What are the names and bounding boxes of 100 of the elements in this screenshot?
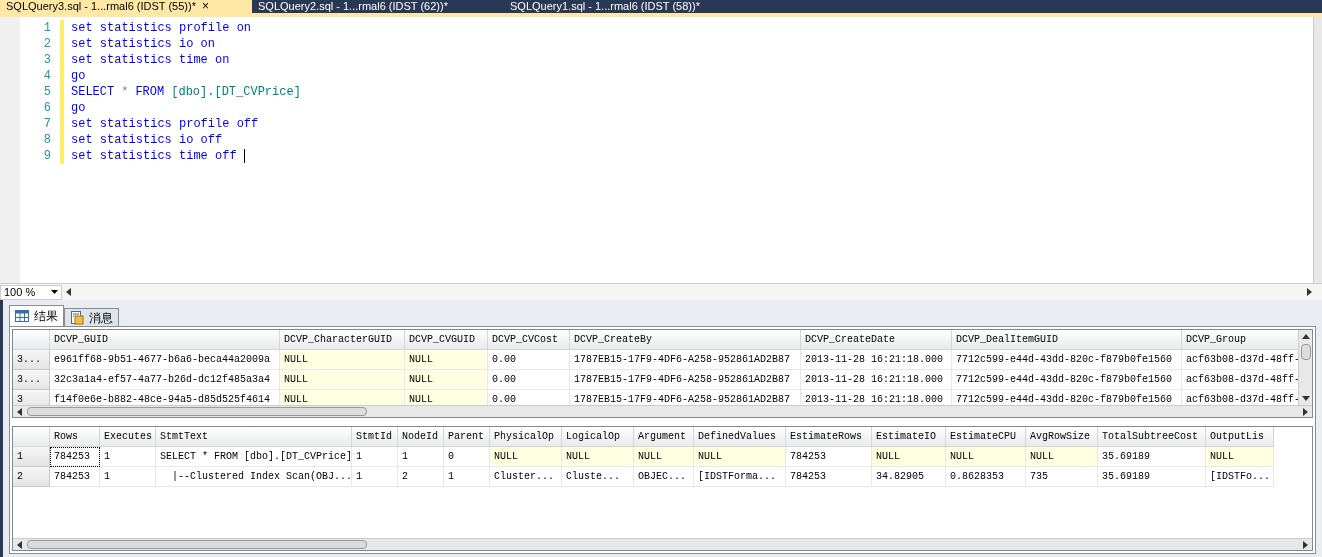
column-header[interactable]: DCVP_CVCost bbox=[488, 330, 570, 350]
column-header[interactable]: TotalSubtreeCost bbox=[1098, 427, 1206, 448]
scroll-left-icon[interactable] bbox=[65, 288, 73, 296]
line-number: 2 bbox=[42, 36, 52, 52]
table-cell: 1 bbox=[100, 467, 156, 488]
table-cell: 7712c599-e44d-43dd-820c-f879b0fe1560 bbox=[952, 370, 1182, 390]
document-tab[interactable]: SQLQuery1.sql - 1...rmal6 (IDST (58))* bbox=[504, 0, 756, 13]
row-header[interactable]: 3... bbox=[13, 370, 50, 390]
table-cell: 32c3a1a4-ef57-4a77-b26d-dc12f485a3a4 bbox=[50, 370, 280, 390]
column-header[interactable]: EstimateCPU bbox=[946, 427, 1026, 448]
column-header[interactable]: StmtText bbox=[156, 427, 352, 448]
code-text: set statistics time on bbox=[71, 52, 230, 68]
tab-title: SQLQuery1.sql - 1...rmal6 (IDST (58))* bbox=[510, 0, 700, 13]
zoom-dropdown[interactable]: 100 % bbox=[0, 284, 62, 300]
vertical-scrollbar[interactable] bbox=[1298, 330, 1312, 406]
table-cell: NULL bbox=[280, 390, 405, 406]
table-cell: NULL bbox=[946, 447, 1026, 468]
table-cell: SELECT * FROM [dbo].[DT_CVPrice] bbox=[156, 447, 352, 468]
column-header[interactable]: DCVP_CharacterGUID bbox=[280, 330, 405, 350]
code-text: SELECT bbox=[71, 84, 115, 100]
scroll-right-icon[interactable] bbox=[1305, 288, 1313, 296]
column-header[interactable]: Executes bbox=[100, 427, 156, 448]
table-cell: Cluster... bbox=[490, 467, 562, 488]
table-cell: NULL bbox=[694, 447, 786, 468]
table-cell: 35.69189 bbox=[1098, 467, 1206, 488]
row-header[interactable]: 1 bbox=[13, 447, 50, 468]
grid-corner bbox=[13, 427, 50, 448]
column-header[interactable]: Argument bbox=[634, 427, 694, 448]
code-editor[interactable]: 1 set statistics profile on 2 set statistics io on 3 set statistics time on 4 go 5 SELECT * FROM [dbo].[DT_CVPrice] 6 go 7 set statistics profile off 8 set statistics io off 9 set statistics time off bbox=[0, 13, 1322, 283]
table-cell: NULL bbox=[490, 447, 562, 468]
scroll-left-icon[interactable] bbox=[16, 407, 24, 416]
scroll-up-icon[interactable] bbox=[1301, 333, 1310, 341]
table-cell: 1787EB15-17F9-4DF6-A258-952861AD2B87 bbox=[570, 350, 801, 370]
table-cell: 1 bbox=[100, 447, 156, 468]
document-tab[interactable]: SQLQuery2.sql - 1...rmal6 (IDST (62))* bbox=[252, 0, 504, 13]
scroll-down-icon[interactable] bbox=[1301, 394, 1310, 403]
code-text: set statistics profile off bbox=[71, 116, 259, 132]
column-header[interactable]: EstimateIO bbox=[872, 427, 946, 448]
result-tab[interactable]: 结果 bbox=[9, 305, 64, 326]
column-header[interactable]: DCVP_GUID bbox=[50, 330, 280, 350]
table-cell: NULL bbox=[1206, 447, 1274, 468]
row-header[interactable]: 3... bbox=[13, 350, 50, 370]
scroll-left-icon[interactable] bbox=[16, 540, 24, 549]
code-text: set statistics time off bbox=[71, 148, 237, 164]
column-header[interactable]: DefinedValues bbox=[694, 427, 786, 448]
table-cell: Cluste... bbox=[562, 467, 634, 488]
table-cell: 784253 bbox=[50, 467, 100, 488]
close-icon[interactable]: × bbox=[201, 0, 209, 13]
table-cell: 1 bbox=[352, 447, 398, 468]
code-text: * bbox=[121, 84, 129, 100]
vertical-scrollbar[interactable] bbox=[1313, 17, 1322, 283]
grid-corner bbox=[13, 330, 50, 350]
column-header[interactable]: OutputLis bbox=[1206, 427, 1274, 448]
table-cell: 2 bbox=[398, 467, 444, 488]
grid-icon bbox=[15, 310, 29, 322]
horizontal-scrollbar[interactable] bbox=[13, 405, 1312, 418]
column-header[interactable]: StmtId bbox=[352, 427, 398, 448]
table-cell: 784253 bbox=[50, 447, 100, 468]
table-cell: NULL bbox=[405, 390, 488, 406]
scrollbar-thumb[interactable] bbox=[27, 540, 367, 549]
line-number: 6 bbox=[42, 100, 52, 116]
column-header[interactable]: AvgRowSize bbox=[1026, 427, 1098, 448]
row-header[interactable]: 2 bbox=[13, 467, 50, 488]
table-cell: 1 bbox=[398, 447, 444, 468]
scrollbar-thumb[interactable] bbox=[1300, 344, 1311, 360]
table-cell: 0 bbox=[444, 447, 490, 468]
table-cell: 0.00 bbox=[488, 370, 570, 390]
table-cell: NULL bbox=[280, 350, 405, 370]
table-cell: |--Clustered Index Scan(OBJ... bbox=[156, 467, 352, 488]
row-header[interactable]: 3 bbox=[13, 390, 50, 406]
result-tab[interactable]: 消息 bbox=[64, 308, 119, 326]
column-header[interactable]: LogicalOp bbox=[562, 427, 634, 448]
column-header[interactable]: DCVP_CVGUID bbox=[405, 330, 488, 350]
line-number: 8 bbox=[42, 132, 52, 148]
table-cell: 1 bbox=[444, 467, 490, 488]
column-header[interactable]: DCVP_CreateDate bbox=[801, 330, 952, 350]
code-text: [dbo].[DT_CVPrice] bbox=[171, 84, 301, 100]
column-header[interactable]: DCVP_Group bbox=[1182, 330, 1298, 350]
column-header[interactable]: DCVP_DealItemGUID bbox=[952, 330, 1182, 350]
table-cell: 784253 bbox=[786, 447, 872, 468]
code-text: set statistics io on bbox=[71, 36, 216, 52]
horizontal-scrollbar[interactable] bbox=[13, 538, 1312, 550]
table-cell: NULL bbox=[405, 370, 488, 390]
table-cell: 7712c599-e44d-43dd-820c-f879b0fe1560 bbox=[952, 350, 1182, 370]
table-cell: 1787EB15-17F9-4DF6-A258-952861AD2B87 bbox=[570, 370, 801, 390]
caret-icon bbox=[51, 290, 58, 294]
column-header[interactable]: Parent bbox=[444, 427, 490, 448]
table-cell: NULL bbox=[1026, 447, 1098, 468]
document-tab[interactable]: SQLQuery3.sql - 1...rmal6 (IDST (55))* × bbox=[0, 0, 252, 13]
table-cell: [IDSTFo... bbox=[1206, 467, 1274, 488]
scroll-right-icon[interactable] bbox=[1301, 540, 1309, 549]
column-header[interactable]: DCVP_CreateBy bbox=[570, 330, 801, 350]
column-header[interactable]: Rows bbox=[50, 427, 100, 448]
scrollbar-thumb[interactable] bbox=[27, 407, 367, 417]
code-text: go bbox=[71, 100, 86, 116]
column-header[interactable]: NodeId bbox=[398, 427, 444, 448]
code-text: go bbox=[71, 68, 86, 84]
scroll-right-icon[interactable] bbox=[1301, 407, 1309, 416]
column-header[interactable]: EstimateRows bbox=[786, 427, 872, 448]
column-header[interactable]: PhysicalOp bbox=[490, 427, 562, 448]
